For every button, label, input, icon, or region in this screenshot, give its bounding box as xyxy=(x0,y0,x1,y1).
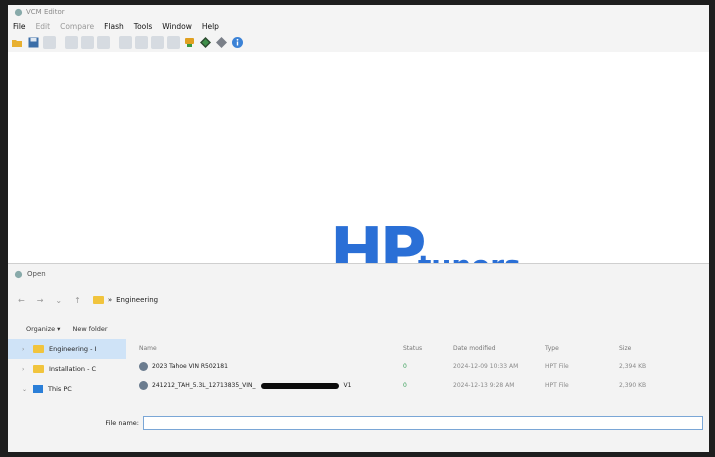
navigation-pane: › Engineering - I › Installation - C ⌄ T… xyxy=(8,339,126,409)
file-name-cell: 2023 Tahoe VIN R502181 xyxy=(133,362,403,371)
vehicle-icon[interactable] xyxy=(183,36,196,49)
file-size: 2,394 KB xyxy=(619,363,647,370)
computer-icon xyxy=(33,385,43,393)
open-icon[interactable] xyxy=(11,36,24,49)
diamond-green-icon[interactable] xyxy=(199,36,212,49)
disabled-icon[interactable] xyxy=(97,35,110,49)
folder-icon xyxy=(33,365,44,373)
breadcrumb[interactable]: » Engineering xyxy=(92,296,158,304)
menu-help[interactable]: Help xyxy=(202,22,219,31)
sidebar-item-label: This PC xyxy=(48,385,72,393)
back-arrow-icon[interactable]: ← xyxy=(18,296,25,305)
save-icon[interactable] xyxy=(27,36,40,49)
disabled-icon[interactable] xyxy=(65,35,78,49)
menu-window[interactable]: Window xyxy=(162,22,192,31)
file-date: 2024-12-09 10:33 AM xyxy=(453,363,519,370)
file-status: 0 xyxy=(403,363,407,370)
disabled-icon[interactable] xyxy=(151,35,164,49)
navigation-bar: ← → ⌄ ↑ » Engineering xyxy=(8,290,709,310)
disabled-icon[interactable] xyxy=(135,35,148,49)
breadcrumb-engineering[interactable]: Engineering xyxy=(116,296,158,304)
file-name-label: File name: xyxy=(105,419,139,427)
sidebar-item-engineering[interactable]: › Engineering - I xyxy=(8,339,126,359)
column-header-size[interactable]: Size xyxy=(619,345,679,352)
disabled-icon[interactable] xyxy=(81,35,94,49)
menu-file[interactable]: File xyxy=(13,22,26,31)
file-name: 241212_TAH_5.3L_12713835_VIN_ xyxy=(152,382,256,389)
forward-arrow-icon[interactable]: → xyxy=(37,296,44,305)
vcm-window-title: VCM Editor xyxy=(26,8,65,16)
menu-edit[interactable]: Edit xyxy=(36,22,51,31)
chevron-right-icon[interactable]: › xyxy=(22,366,28,373)
up-arrow-icon[interactable]: ↑ xyxy=(74,296,81,305)
vcm-title-bar: VCM Editor xyxy=(8,5,709,19)
vcm-workspace: HP tuners xyxy=(8,52,709,267)
file-size: 2,390 KB xyxy=(619,382,647,389)
chevron-down-icon[interactable]: ⌄ xyxy=(22,386,28,393)
dialog-app-icon xyxy=(14,270,23,278)
menu-compare[interactable]: Compare xyxy=(60,22,94,31)
file-name: 2023 Tahoe VIN R502181 xyxy=(152,363,228,370)
vcm-menubar: File Edit Compare Flash Tools Window Hel… xyxy=(8,19,709,33)
hp-tuners-logo: HP xyxy=(330,215,426,267)
vcm-toolbar xyxy=(8,33,709,51)
file-row[interactable]: 2023 Tahoe VIN R502181 0 2024-12-09 10:3… xyxy=(133,357,709,376)
organize-button[interactable]: Organize ▾ xyxy=(26,325,60,333)
open-dialog-title: Open xyxy=(27,270,46,278)
breadcrumb-separator-icon: » xyxy=(107,296,113,304)
sidebar-item-label: Engineering - I xyxy=(49,345,97,353)
file-row[interactable]: 241212_TAH_5.3L_12713835_VIN_ V1 0 2024-… xyxy=(133,376,709,395)
open-dialog-title-bar: Open xyxy=(14,267,46,281)
diamond-gray-icon[interactable] xyxy=(215,36,228,49)
sidebar-item-this-pc[interactable]: ⌄ This PC xyxy=(8,379,126,399)
file-name-cell: 241212_TAH_5.3L_12713835_VIN_ V1 xyxy=(133,381,403,390)
file-name-suffix: V1 xyxy=(343,382,352,389)
open-dialog: Open ← → ⌄ ↑ » Engineering Organize ▾ Ne… xyxy=(8,263,709,452)
new-folder-button[interactable]: New folder xyxy=(72,325,107,333)
menu-tools[interactable]: Tools xyxy=(134,22,152,31)
vcm-app-icon xyxy=(14,8,23,16)
disabled-icon[interactable] xyxy=(43,35,56,49)
disabled-icon[interactable] xyxy=(167,35,180,49)
disabled-icon[interactable] xyxy=(119,35,132,49)
command-bar: Organize ▾ New folder xyxy=(8,322,709,336)
folder-icon xyxy=(92,296,104,304)
hpt-file-icon xyxy=(139,381,148,390)
column-header-name[interactable]: Name xyxy=(133,345,403,352)
screenshot-frame: VCM Editor File Edit Compare Flash Tools… xyxy=(8,5,709,452)
file-type: HPT File xyxy=(545,363,569,370)
column-header-type[interactable]: Type xyxy=(545,345,619,352)
sidebar-item-installation[interactable]: › Installation - C xyxy=(8,359,126,379)
info-icon[interactable] xyxy=(231,36,244,49)
chevron-down-icon[interactable]: ⌄ xyxy=(55,296,62,305)
column-header-status[interactable]: Status xyxy=(403,345,453,352)
menu-flash[interactable]: Flash xyxy=(104,22,124,31)
file-date: 2024-12-13 9:28 AM xyxy=(453,382,515,389)
file-list-header: Name Status Date modified Type Size xyxy=(133,339,709,357)
redaction-mark xyxy=(260,382,339,389)
column-header-date[interactable]: Date modified xyxy=(453,345,545,352)
file-list: Name Status Date modified Type Size 2023… xyxy=(133,339,709,409)
sidebar-item-label: Installation - C xyxy=(49,365,97,373)
hpt-file-icon xyxy=(139,362,148,371)
file-name-input[interactable] xyxy=(143,416,703,430)
file-status: 0 xyxy=(403,382,407,389)
folder-icon xyxy=(33,345,44,353)
chevron-right-icon[interactable]: › xyxy=(22,346,28,353)
file-name-row: File name: xyxy=(8,414,709,432)
file-type: HPT File xyxy=(545,382,569,389)
